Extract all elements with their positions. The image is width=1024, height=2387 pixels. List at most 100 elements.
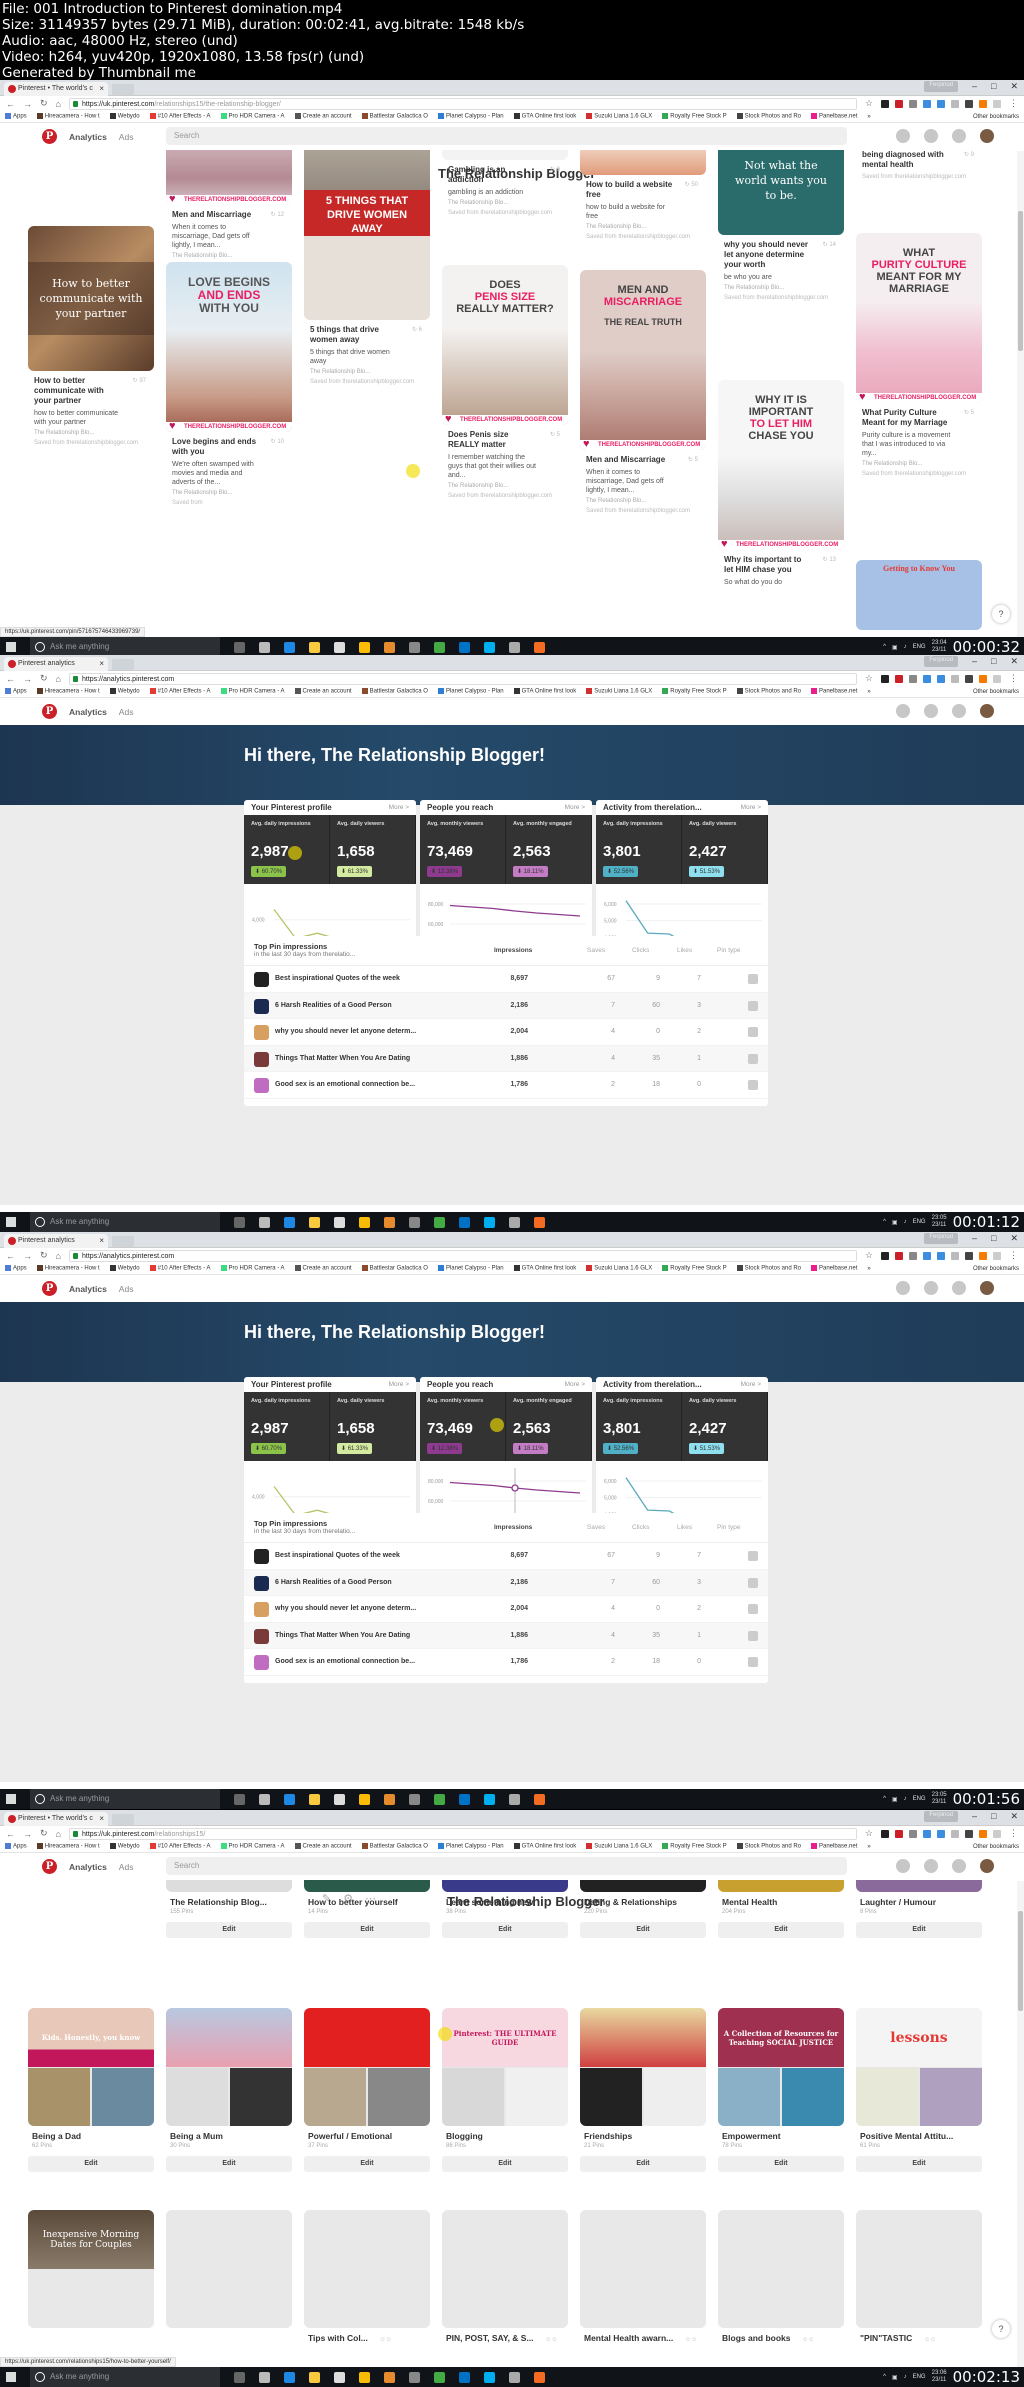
board-cover[interactable] (580, 2210, 706, 2328)
edit-board-button[interactable]: Edit (28, 2156, 154, 2172)
pin-board-source[interactable]: The Relationship Blo... (724, 285, 838, 291)
clock[interactable]: 23:06 23/11 (932, 2370, 947, 2384)
stat-tile[interactable]: Avg. monthly viewers 73,469 ⬇ 12.38% (420, 815, 506, 884)
bookmark-item[interactable]: Battlestar Galactica O (361, 688, 428, 695)
stat-tile[interactable]: Avg. monthly engaged 2,563 ⬇ 18.11% (506, 815, 592, 884)
extension-icon[interactable] (951, 1829, 959, 1838)
pin-name[interactable]: why you should never let anyone determ..… (275, 1028, 416, 1035)
reload-icon[interactable]: ↻ (40, 1250, 48, 1261)
pin-board-source[interactable]: The Relationship Blo... (34, 430, 148, 436)
messages-icon[interactable] (952, 1281, 966, 1295)
edit-board-button[interactable]: Edit (856, 2156, 982, 2172)
app-icon[interactable] (409, 1793, 420, 1805)
nav-ads[interactable]: Ads (119, 1862, 134, 1872)
close-tab-icon[interactable]: × (99, 82, 104, 96)
bookmark-item[interactable]: Webydo (109, 1265, 140, 1272)
app-icon[interactable] (509, 1216, 520, 1228)
table-row[interactable]: why you should never let anyone determ..… (244, 1019, 768, 1046)
minimize-icon[interactable]: – (972, 1811, 977, 1822)
table-row[interactable]: Best inspirational Quotes of the week 8,6… (244, 966, 768, 993)
pin-thumbnail[interactable] (254, 972, 269, 987)
outlook-icon[interactable] (459, 2371, 470, 2383)
board-card[interactable]: Powerful / Emotional 37 Pins Edit (304, 2008, 430, 2172)
back-icon[interactable]: ← (6, 1251, 15, 1261)
pin-card[interactable]: Gambling is an addiction ↻ 9 gambling is a… (442, 150, 568, 217)
stat-tile[interactable]: Avg. daily viewers 2,427 ⬇ 51.53% (682, 815, 768, 884)
close-window-icon[interactable]: ✕ (1010, 1811, 1018, 1822)
extension-icon[interactable] (937, 1829, 945, 1838)
task-view-icon[interactable] (259, 641, 270, 653)
pin-thumbnail[interactable] (254, 1078, 269, 1093)
app-icon[interactable] (534, 641, 545, 653)
reload-icon[interactable]: ↻ (40, 1828, 48, 1839)
messages-icon[interactable] (952, 129, 966, 143)
bookmark-item[interactable]: Hireacamera - How t (36, 1265, 100, 1272)
more-link[interactable]: More > (565, 804, 585, 811)
extension-icon[interactable] (881, 1829, 889, 1838)
table-row[interactable]: 6 Harsh Realities of a Good Person 2,186 7… (244, 1569, 768, 1596)
board-card[interactable]: A Collection of Resources for Teaching S… (718, 2008, 844, 2172)
pin-thumbnail[interactable] (254, 1025, 269, 1040)
pin-board-source[interactable]: The Relationship Blo... (172, 490, 286, 496)
bookmark-item[interactable]: GTA Online first look (513, 1265, 576, 1272)
nav-ads[interactable]: Ads (119, 707, 134, 717)
pin-board-source[interactable]: The Relationship Blo... (448, 483, 562, 489)
bookmark-item[interactable]: Stock Photos and Ro (736, 1265, 801, 1272)
column-header[interactable]: Clicks (632, 947, 649, 954)
board-card[interactable]: Tips with Col... ☺☺ (304, 2210, 430, 2343)
extension-icon[interactable] (909, 674, 917, 683)
board-cover-strip[interactable] (304, 1880, 430, 1892)
bookmark-star-icon[interactable]: ☆ (865, 1250, 873, 1261)
tray-chevron-icon[interactable]: ^ (883, 2374, 886, 2380)
pin-board-source[interactable]: The Relationship Blo... (586, 498, 700, 504)
pin-card[interactable]: Getting to Know YouGetting to Know You (856, 560, 982, 630)
extension-icon[interactable] (937, 674, 945, 683)
pin-saved-from[interactable]: Saved from therelationshipblogger.com (448, 209, 562, 217)
board-cover[interactable] (304, 2210, 430, 2328)
bookmark-item[interactable]: Hireacamera - How t (36, 688, 100, 695)
edit-board-button[interactable]: Edit (442, 1922, 568, 1938)
forward-icon[interactable]: → (23, 1251, 32, 1261)
media-player-icon[interactable] (384, 641, 395, 653)
back-icon[interactable]: ← (6, 1829, 15, 1839)
board-name[interactable]: Mental Health (722, 1897, 844, 1907)
column-header[interactable]: Impressions (494, 1524, 532, 1531)
pinterest-logo[interactable]: P (42, 1281, 57, 1296)
chrome-icon[interactable] (359, 1216, 370, 1228)
more-link[interactable]: More > (565, 1381, 585, 1388)
pin-card[interactable]: How to build a website free ↻ 50 how to bu… (580, 150, 706, 241)
pin-name[interactable]: Best inspirational Quotes of the week (275, 975, 400, 982)
edit-board-button[interactable]: Edit (856, 1922, 982, 1938)
extension-icon[interactable] (951, 1251, 959, 1260)
menu-icon[interactable]: ⋮ (1009, 98, 1018, 109)
pin-image[interactable]: WHATPURITY CULTUREMEANT FOR MYMARRIAGE TH… (856, 233, 982, 403)
extension-icon[interactable] (965, 99, 973, 108)
column-header[interactable]: Clicks (632, 1524, 649, 1531)
nav-analytics[interactable]: Analytics (69, 707, 107, 717)
pin-name[interactable]: 6 Harsh Realities of a Good Person (275, 1579, 392, 1586)
tray-chevron-icon[interactable]: ^ (883, 1796, 886, 1802)
column-header[interactable]: Impressions (494, 947, 532, 954)
pin-name[interactable]: Things That Matter When You Are Dating (275, 1632, 410, 1639)
app-icon[interactable] (509, 641, 520, 653)
cortana-search[interactable]: Ask me anything (30, 2367, 220, 2387)
volume-icon[interactable]: ♪ (904, 644, 907, 650)
bookmark-item[interactable]: Planet Calypso - Plan (437, 688, 504, 695)
board-card[interactable]: Laughter / Humour 8 Pins Edit (856, 1880, 982, 1938)
board-name[interactable]: "PIN"TASTIC ☺☺ (860, 2333, 982, 2343)
bookmark-item[interactable]: Other bookmarks (973, 689, 1019, 695)
bookmark-item[interactable]: Pro HDR Camera - A (220, 113, 285, 120)
board-name[interactable]: Positive Mental Attitu... (860, 2131, 982, 2141)
search-input[interactable]: Search (166, 127, 847, 145)
bookmark-item[interactable]: Panelbase.net (811, 113, 857, 120)
board-cover-strip[interactable] (580, 1880, 706, 1892)
pin-saved-from[interactable]: Saved from therelationshipblogger.com (448, 492, 562, 500)
column-header[interactable]: Likes (677, 947, 692, 954)
bookmark-item[interactable]: Suzuki Liana 1.6 GLX (586, 1843, 652, 1850)
bookmark-item[interactable]: Webydo (109, 1843, 140, 1850)
edit-board-button[interactable]: Edit (304, 1922, 430, 1938)
pin-card[interactable]: THERELATIONSHIPBLOGGER.COM Men and Miscar… (166, 150, 292, 270)
board-name[interactable]: Empowerment (722, 2131, 844, 2141)
menu-icon[interactable]: ⋮ (1009, 1828, 1018, 1839)
extension-icon[interactable] (923, 1829, 931, 1838)
